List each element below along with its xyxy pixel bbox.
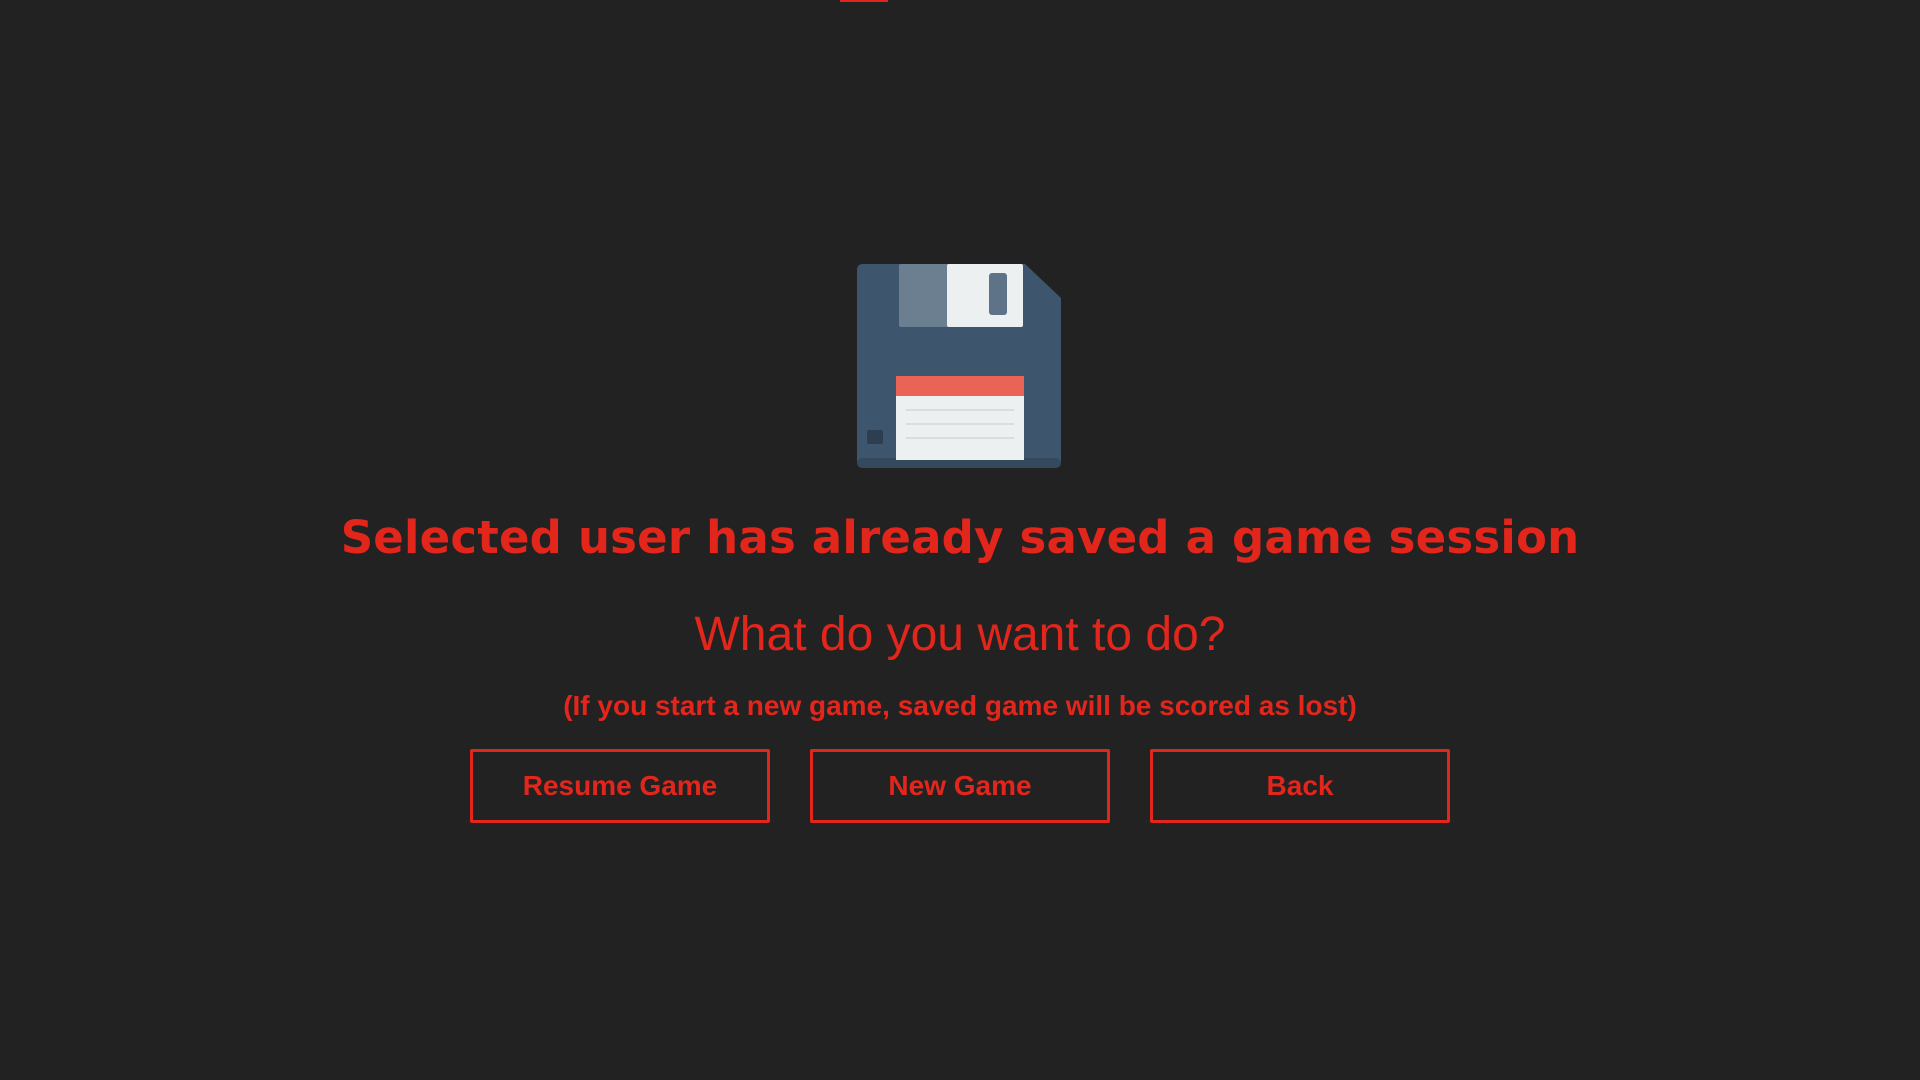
back-button[interactable]: Back bbox=[1150, 749, 1450, 823]
top-accent-bar bbox=[840, 0, 888, 2]
resume-game-button[interactable]: Resume Game bbox=[470, 749, 770, 823]
new-game-button[interactable]: New Game bbox=[810, 749, 1110, 823]
prompt-question: What do you want to do? bbox=[694, 608, 1226, 661]
warning-note: (If you start a new game, saved game wil… bbox=[563, 690, 1357, 721]
floppy-disk-icon bbox=[857, 264, 1061, 468]
page-title: Selected user has already saved a game s… bbox=[340, 511, 1580, 564]
